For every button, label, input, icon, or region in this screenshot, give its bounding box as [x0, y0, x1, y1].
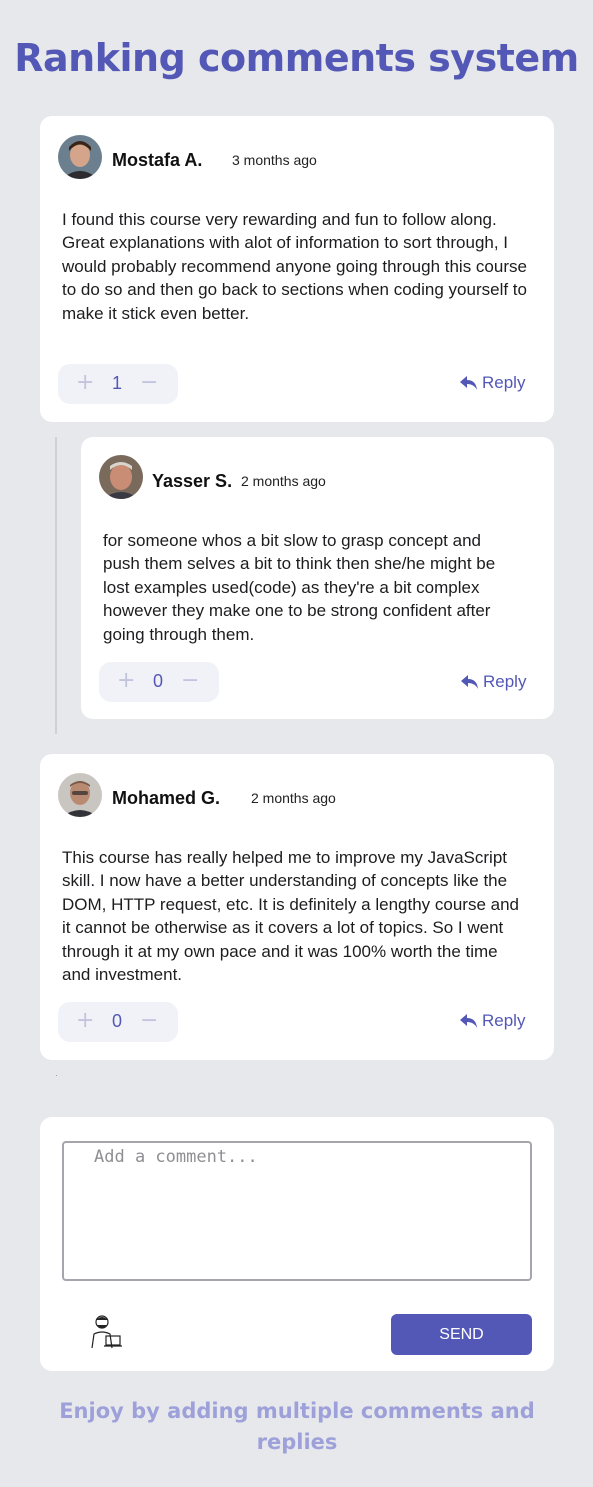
reply-button[interactable]: Reply — [460, 672, 526, 692]
comment-body: for someone whos a bit slow to grasp con… — [103, 531, 496, 644]
reply-label: Reply — [482, 373, 526, 392]
plus-icon[interactable]: + — [117, 668, 135, 693]
avatar — [99, 455, 143, 499]
plus-icon[interactable]: + — [76, 1008, 94, 1033]
footer-text: Enjoy by adding multiple comments and re… — [59, 1399, 535, 1454]
score-value: 0 — [112, 1011, 123, 1031]
vote-counter: + 0 − — [58, 1002, 178, 1042]
comment-input[interactable] — [62, 1141, 532, 1281]
minus-icon[interactable]: − — [140, 370, 158, 395]
current-user-avatar-icon — [91, 1315, 122, 1349]
comment-card: Mohamed G. 2 months ago This course has … — [40, 754, 554, 1060]
avatar — [58, 773, 102, 817]
minus-icon[interactable]: − — [140, 1008, 158, 1033]
score-value: 0 — [153, 671, 164, 691]
reply-arrow-icon — [460, 376, 477, 390]
send-button[interactable]: SEND — [391, 1314, 532, 1355]
avatar — [58, 135, 102, 179]
comment-body: This course has really helped me to impr… — [62, 848, 519, 985]
minus-icon[interactable]: − — [181, 668, 199, 693]
reply-arrow-icon — [461, 675, 478, 689]
score-value: 1 — [112, 373, 123, 393]
reply-button[interactable]: Reply — [459, 373, 525, 393]
page-title: Ranking comments system — [14, 36, 579, 80]
reply-card: Yasser S. 2 months ago for someone whos … — [81, 437, 554, 719]
reply-thread-line — [55, 437, 57, 734]
comment-username: Yasser S. — [152, 471, 233, 491]
reply-button[interactable]: Reply — [459, 1011, 525, 1031]
divider-dot — [56, 1075, 57, 1076]
vote-counter: + 0 − — [99, 662, 219, 702]
comment-username: Mohamed G. — [112, 788, 221, 808]
plus-icon[interactable]: + — [76, 370, 94, 395]
comment-card: Mostafa A. 3 months ago I found this cou… — [40, 116, 554, 422]
reply-label: Reply — [483, 672, 527, 691]
vote-counter: + 1 − — [58, 364, 178, 404]
reply-arrow-icon — [460, 1014, 477, 1028]
comment-username: Mostafa A. — [112, 150, 203, 170]
comment-body: I found this course very rewarding and f… — [62, 210, 527, 323]
comment-composer: SEND — [40, 1117, 554, 1371]
reply-label: Reply — [482, 1011, 526, 1030]
comment-timestamp: 3 months ago — [232, 152, 317, 168]
comment-timestamp: 2 months ago — [251, 790, 336, 806]
comment-timestamp: 2 months ago — [241, 473, 326, 489]
